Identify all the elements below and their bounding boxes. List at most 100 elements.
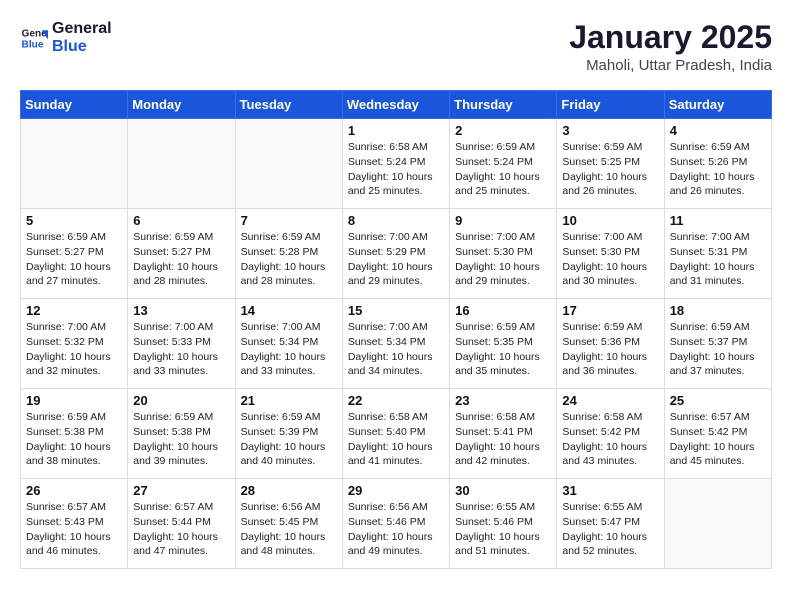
day-number: 30 (455, 483, 551, 498)
cell-line: and 27 minutes. (26, 274, 122, 289)
day-number: 6 (133, 213, 229, 228)
cell-line: Sunrise: 6:59 AM (562, 320, 658, 335)
day-number: 13 (133, 303, 229, 318)
cell-line: Sunset: 5:45 PM (241, 515, 337, 530)
week-row-3: 12Sunrise: 7:00 AMSunset: 5:32 PMDayligh… (21, 299, 772, 389)
day-number: 20 (133, 393, 229, 408)
cell-line: Sunset: 5:37 PM (670, 335, 766, 350)
cell-line: Sunset: 5:24 PM (348, 155, 444, 170)
calendar-cell: 6Sunrise: 6:59 AMSunset: 5:27 PMDaylight… (128, 209, 235, 299)
week-row-1: 1Sunrise: 6:58 AMSunset: 5:24 PMDaylight… (21, 119, 772, 209)
day-number: 27 (133, 483, 229, 498)
day-number: 10 (562, 213, 658, 228)
day-number: 5 (26, 213, 122, 228)
day-number: 31 (562, 483, 658, 498)
calendar-cell: 12Sunrise: 7:00 AMSunset: 5:32 PMDayligh… (21, 299, 128, 389)
cell-line: and 49 minutes. (348, 544, 444, 559)
calendar-cell: 8Sunrise: 7:00 AMSunset: 5:29 PMDaylight… (342, 209, 449, 299)
cell-line: Sunset: 5:42 PM (670, 425, 766, 440)
cell-line: Sunrise: 6:59 AM (670, 140, 766, 155)
cell-line: and 29 minutes. (455, 274, 551, 289)
cell-line: Sunset: 5:38 PM (26, 425, 122, 440)
cell-line: Daylight: 10 hours (26, 350, 122, 365)
day-number: 15 (348, 303, 444, 318)
calendar-cell: 7Sunrise: 6:59 AMSunset: 5:28 PMDaylight… (235, 209, 342, 299)
day-number: 23 (455, 393, 551, 408)
cell-line: Sunset: 5:36 PM (562, 335, 658, 350)
calendar-cell: 30Sunrise: 6:55 AMSunset: 5:46 PMDayligh… (450, 479, 557, 569)
cell-line: Daylight: 10 hours (670, 170, 766, 185)
cell-line: and 28 minutes. (241, 274, 337, 289)
cell-line: Sunrise: 6:57 AM (670, 410, 766, 425)
day-of-week-thursday: Thursday (450, 91, 557, 119)
day-number: 18 (670, 303, 766, 318)
cell-line: and 31 minutes. (670, 274, 766, 289)
cell-line: Daylight: 10 hours (26, 260, 122, 275)
cell-line: Sunset: 5:40 PM (348, 425, 444, 440)
cell-line: and 29 minutes. (348, 274, 444, 289)
cell-line: Daylight: 10 hours (348, 350, 444, 365)
cell-line: Sunrise: 6:56 AM (348, 500, 444, 515)
cell-line: and 30 minutes. (562, 274, 658, 289)
cell-line: and 35 minutes. (455, 364, 551, 379)
cell-line: Sunset: 5:27 PM (133, 245, 229, 260)
calendar-cell: 29Sunrise: 6:56 AMSunset: 5:46 PMDayligh… (342, 479, 449, 569)
calendar-cell (128, 119, 235, 209)
calendar-cell: 14Sunrise: 7:00 AMSunset: 5:34 PMDayligh… (235, 299, 342, 389)
cell-line: Sunset: 5:27 PM (26, 245, 122, 260)
cell-line: and 37 minutes. (670, 364, 766, 379)
cell-line: Daylight: 10 hours (562, 260, 658, 275)
month-title: January 2025 (569, 20, 772, 55)
cell-line: Sunset: 5:38 PM (133, 425, 229, 440)
cell-line: Daylight: 10 hours (241, 440, 337, 455)
cell-line: and 41 minutes. (348, 454, 444, 469)
cell-line: Sunset: 5:25 PM (562, 155, 658, 170)
cell-line: and 40 minutes. (241, 454, 337, 469)
cell-line: and 32 minutes. (26, 364, 122, 379)
calendar-cell: 4Sunrise: 6:59 AMSunset: 5:26 PMDaylight… (664, 119, 771, 209)
cell-line: Daylight: 10 hours (455, 440, 551, 455)
calendar-cell: 3Sunrise: 6:59 AMSunset: 5:25 PMDaylight… (557, 119, 664, 209)
day-number: 7 (241, 213, 337, 228)
day-number: 9 (455, 213, 551, 228)
cell-line: Sunrise: 6:59 AM (26, 410, 122, 425)
calendar-cell (664, 479, 771, 569)
cell-line: Sunrise: 6:59 AM (133, 230, 229, 245)
cell-line: Sunset: 5:41 PM (455, 425, 551, 440)
logo-general: General (52, 20, 112, 38)
cell-line: Daylight: 10 hours (562, 350, 658, 365)
cell-line: Sunrise: 6:59 AM (670, 320, 766, 335)
cell-line: Sunrise: 7:00 AM (455, 230, 551, 245)
cell-line: Sunset: 5:28 PM (241, 245, 337, 260)
calendar-cell (21, 119, 128, 209)
cell-line: Daylight: 10 hours (26, 530, 122, 545)
cell-line: Sunrise: 7:00 AM (670, 230, 766, 245)
cell-line: Daylight: 10 hours (455, 170, 551, 185)
calendar-cell: 18Sunrise: 6:59 AMSunset: 5:37 PMDayligh… (664, 299, 771, 389)
day-number: 29 (348, 483, 444, 498)
cell-line: Daylight: 10 hours (562, 440, 658, 455)
day-number: 8 (348, 213, 444, 228)
cell-line: and 25 minutes. (455, 184, 551, 199)
day-number: 16 (455, 303, 551, 318)
cell-line: Sunset: 5:24 PM (455, 155, 551, 170)
week-row-4: 19Sunrise: 6:59 AMSunset: 5:38 PMDayligh… (21, 389, 772, 479)
cell-line: Sunset: 5:30 PM (562, 245, 658, 260)
cell-line: Sunset: 5:30 PM (455, 245, 551, 260)
title-block: January 2025 Maholi, Uttar Pradesh, Indi… (569, 20, 772, 74)
calendar-cell: 2Sunrise: 6:59 AMSunset: 5:24 PMDaylight… (450, 119, 557, 209)
cell-line: Sunrise: 6:57 AM (133, 500, 229, 515)
cell-line: Daylight: 10 hours (562, 530, 658, 545)
cell-line: Sunset: 5:34 PM (348, 335, 444, 350)
day-number: 26 (26, 483, 122, 498)
calendar-cell: 31Sunrise: 6:55 AMSunset: 5:47 PMDayligh… (557, 479, 664, 569)
cell-line: Sunrise: 6:56 AM (241, 500, 337, 515)
day-number: 14 (241, 303, 337, 318)
cell-line: Sunrise: 6:58 AM (348, 410, 444, 425)
day-number: 24 (562, 393, 658, 408)
day-of-week-tuesday: Tuesday (235, 91, 342, 119)
cell-line: Sunrise: 6:59 AM (241, 410, 337, 425)
cell-line: Sunset: 5:32 PM (26, 335, 122, 350)
cell-line: Daylight: 10 hours (348, 170, 444, 185)
cell-line: Daylight: 10 hours (455, 530, 551, 545)
